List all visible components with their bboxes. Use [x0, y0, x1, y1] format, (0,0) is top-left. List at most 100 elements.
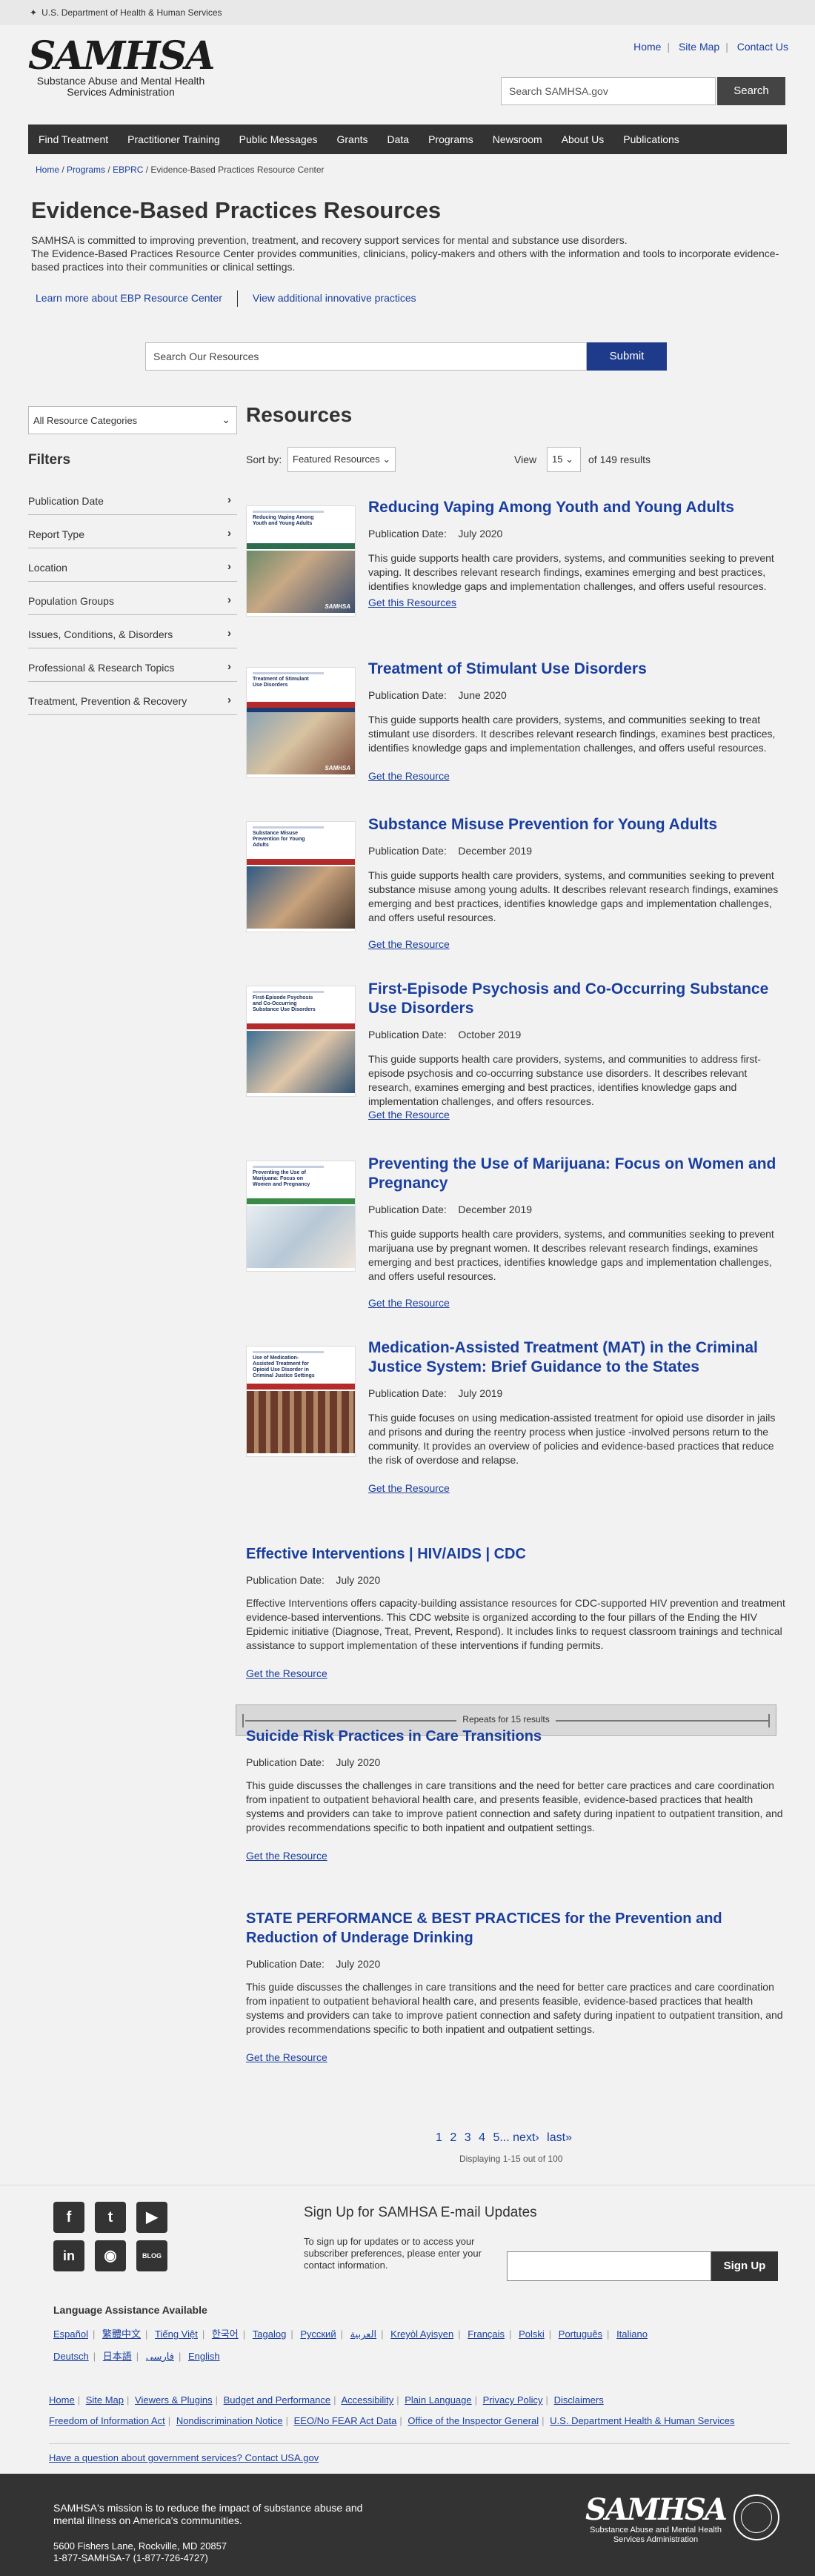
language-link[interactable]: Italiano: [616, 2328, 648, 2340]
breadcrumb-home[interactable]: Home: [36, 165, 59, 175]
linkedin-icon[interactable]: in: [53, 2240, 84, 2271]
nav-about-us[interactable]: About Us: [552, 125, 614, 154]
page-link[interactable]: 5: [493, 2131, 499, 2144]
nav-data[interactable]: Data: [378, 125, 419, 154]
page-link[interactable]: 1: [436, 2131, 442, 2144]
hhs-link[interactable]: ✦ U.S. Department of Health & Human Servi…: [30, 7, 222, 18]
get-resource-link[interactable]: Get the Resource: [368, 938, 787, 950]
language-link[interactable]: Français: [468, 2328, 505, 2340]
footer-link[interactable]: U.S. Department Health & Human Services: [550, 2415, 734, 2426]
page-link[interactable]: 2: [450, 2131, 456, 2144]
footer-link[interactable]: Budget and Performance: [224, 2394, 331, 2406]
view-count-select[interactable]: 15 ⌄: [547, 447, 581, 472]
language-link[interactable]: Português: [559, 2328, 602, 2340]
resource-title[interactable]: Treatment of Stimulant Use Disorders: [368, 660, 787, 679]
resource-title[interactable]: Medication-Assisted Treatment (MAT) in t…: [368, 1338, 787, 1377]
resource-title[interactable]: Effective Interventions | HIV/AIDS | CDC: [246, 1544, 787, 1564]
footer-link[interactable]: Plain Language: [405, 2394, 471, 2406]
resource-thumbnail[interactable]: Substance Misuse Prevention for Young Ad…: [246, 821, 356, 932]
language-link[interactable]: Español: [53, 2328, 88, 2340]
get-resource-link[interactable]: Get the Resource: [368, 1482, 787, 1494]
resource-thumbnail[interactable]: Use of Medication-Assisted Treatment for…: [246, 1346, 356, 1457]
nav-programs[interactable]: Programs: [419, 125, 483, 154]
resource-thumbnail[interactable]: Reducing Vaping Among Youth and Young Ad…: [246, 505, 356, 617]
get-resource-link[interactable]: Get the Resource: [246, 2051, 787, 2063]
language-link[interactable]: فارسی: [146, 2351, 174, 2362]
breadcrumb-programs[interactable]: Programs: [67, 165, 105, 175]
language-link[interactable]: 日本語: [103, 2351, 132, 2362]
samhsa-logo[interactable]: SAMHSA Substance Abuse and Mental Health…: [28, 37, 221, 98]
site-search-input[interactable]: Search SAMHSA.gov: [501, 77, 716, 105]
resource-title[interactable]: Preventing the Use of Marijuana: Focus o…: [368, 1155, 787, 1193]
email-input[interactable]: [507, 2251, 711, 2281]
site-search-button[interactable]: Search: [717, 77, 785, 105]
language-link[interactable]: English: [188, 2351, 220, 2362]
facebook-icon[interactable]: f: [53, 2202, 84, 2233]
footer-link[interactable]: Site Map: [86, 2394, 124, 2406]
innovative-practices-link[interactable]: View additional innovative practices: [253, 292, 416, 308]
language-link[interactable]: Kreyòl Ayisyen: [390, 2328, 453, 2340]
blog-icon[interactable]: BLOG: [136, 2240, 167, 2271]
language-link[interactable]: Polski: [519, 2328, 545, 2340]
nav-practitioner-training[interactable]: Practitioner Training: [118, 125, 230, 154]
footer-samhsa-logo[interactable]: SAMHSA Substance Abuse and Mental Health…: [578, 2494, 734, 2545]
signup-button[interactable]: Sign Up: [711, 2251, 778, 2281]
youtube-icon[interactable]: ▶: [136, 2202, 167, 2233]
site-map-link[interactable]: Site Map: [679, 41, 719, 53]
resource-thumbnail[interactable]: First-Episode Psychosis and Co-Occurring…: [246, 986, 356, 1097]
resource-thumbnail[interactable]: Treatment of Stimulant Use Disorders SAM…: [246, 667, 356, 778]
filter-issues-conditions[interactable]: Issues, Conditions, & Disorders ›: [28, 615, 237, 648]
filter-location[interactable]: Location ›: [28, 548, 237, 582]
next-page-link[interactable]: next›: [513, 2131, 539, 2144]
resource-title[interactable]: Reducing Vaping Among Youth and Young Ad…: [368, 498, 787, 517]
nav-grants[interactable]: Grants: [327, 125, 378, 154]
get-resource-link[interactable]: Get the Resource: [368, 1297, 787, 1309]
language-link[interactable]: Русский: [300, 2328, 336, 2340]
footer-link[interactable]: Disclaimers: [554, 2394, 604, 2406]
language-link[interactable]: Tagalog: [253, 2328, 287, 2340]
usa-gov-link[interactable]: Have a question about government service…: [49, 2452, 319, 2463]
rss-icon[interactable]: ◉: [95, 2240, 126, 2271]
footer-link[interactable]: Office of the Inspector General: [408, 2415, 539, 2426]
resource-title[interactable]: Suicide Risk Practices in Care Transitio…: [246, 1727, 787, 1746]
home-link[interactable]: Home: [633, 41, 661, 53]
language-link[interactable]: Tiếng Việt: [155, 2328, 198, 2340]
nav-public-messages[interactable]: Public Messages: [230, 125, 327, 154]
twitter-icon[interactable]: t: [95, 2202, 126, 2233]
category-select[interactable]: All Resource Categories ⌄: [28, 406, 237, 434]
get-resource-link[interactable]: Get the Resource: [368, 1109, 787, 1121]
resource-search-submit[interactable]: Submit: [587, 342, 667, 371]
language-link[interactable]: 한국어: [212, 2328, 239, 2340]
footer-link[interactable]: Home: [49, 2394, 75, 2406]
resource-thumbnail[interactable]: Preventing the Use of Marijuana: Focus o…: [246, 1161, 356, 1272]
language-link[interactable]: 繁體中文: [102, 2328, 141, 2340]
filter-publication-date[interactable]: Publication Date ›: [28, 482, 237, 515]
contact-us-link[interactable]: Contact Us: [737, 41, 788, 53]
breadcrumb-ebprc[interactable]: EBPRC: [113, 165, 143, 175]
footer-link[interactable]: Nondiscrimination Notice: [176, 2415, 283, 2426]
get-resource-link[interactable]: Get this Resources: [368, 597, 787, 608]
footer-link[interactable]: Privacy Policy: [483, 2394, 543, 2406]
page-link[interactable]: 4: [479, 2131, 485, 2144]
learn-more-link[interactable]: Learn more about EBP Resource Center: [36, 292, 222, 308]
resource-title[interactable]: STATE PERFORMANCE & BEST PRACTICES for t…: [246, 1909, 787, 1948]
resource-search-input[interactable]: Search Our Resources: [145, 342, 587, 371]
language-link[interactable]: العربية: [350, 2328, 377, 2340]
nav-publications[interactable]: Publications: [613, 125, 689, 154]
get-resource-link[interactable]: Get the Resource: [246, 1667, 787, 1679]
footer-link[interactable]: Accessibility: [341, 2394, 393, 2406]
last-page-link[interactable]: last»: [547, 2131, 572, 2144]
filter-population-groups[interactable]: Population Groups ›: [28, 582, 237, 615]
sort-select[interactable]: Featured Resources ⌄: [287, 447, 396, 472]
footer-link[interactable]: Viewers & Plugins: [135, 2394, 213, 2406]
resource-title[interactable]: First-Episode Psychosis and Co-Occurring…: [368, 980, 787, 1018]
page-link[interactable]: 3: [465, 2131, 471, 2144]
filter-professional-research[interactable]: Professional & Research Topics ›: [28, 648, 237, 682]
filter-treatment-prevention[interactable]: Treatment, Prevention & Recovery ›: [28, 682, 237, 715]
footer-link[interactable]: EEO/No FEAR Act Data: [294, 2415, 397, 2426]
footer-link[interactable]: Freedom of Information Act: [49, 2415, 165, 2426]
filter-report-type[interactable]: Report Type ›: [28, 515, 237, 548]
language-link[interactable]: Deutsch: [53, 2351, 89, 2362]
nav-newsroom[interactable]: Newsroom: [483, 125, 552, 154]
get-resource-link[interactable]: Get the Resource: [246, 1850, 787, 1862]
